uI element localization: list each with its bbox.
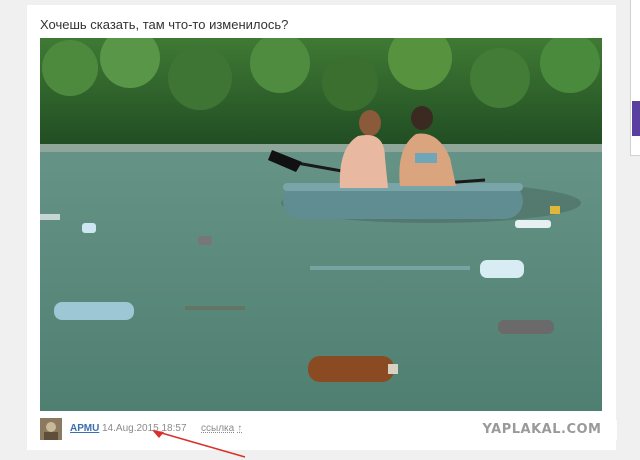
side-accent-bar <box>632 101 640 136</box>
red-arrow-icon <box>152 430 246 458</box>
author-link[interactable]: АРМU <box>70 423 99 434</box>
avatar[interactable] <box>40 418 62 440</box>
watermark: YAPLAKAL.COM <box>467 420 617 440</box>
post-card: Хочешь сказать, там что-то изменилось? А… <box>27 5 616 450</box>
post-text: Хочешь сказать, там что-то изменилось? <box>40 17 289 32</box>
post-photo[interactable] <box>40 38 602 411</box>
